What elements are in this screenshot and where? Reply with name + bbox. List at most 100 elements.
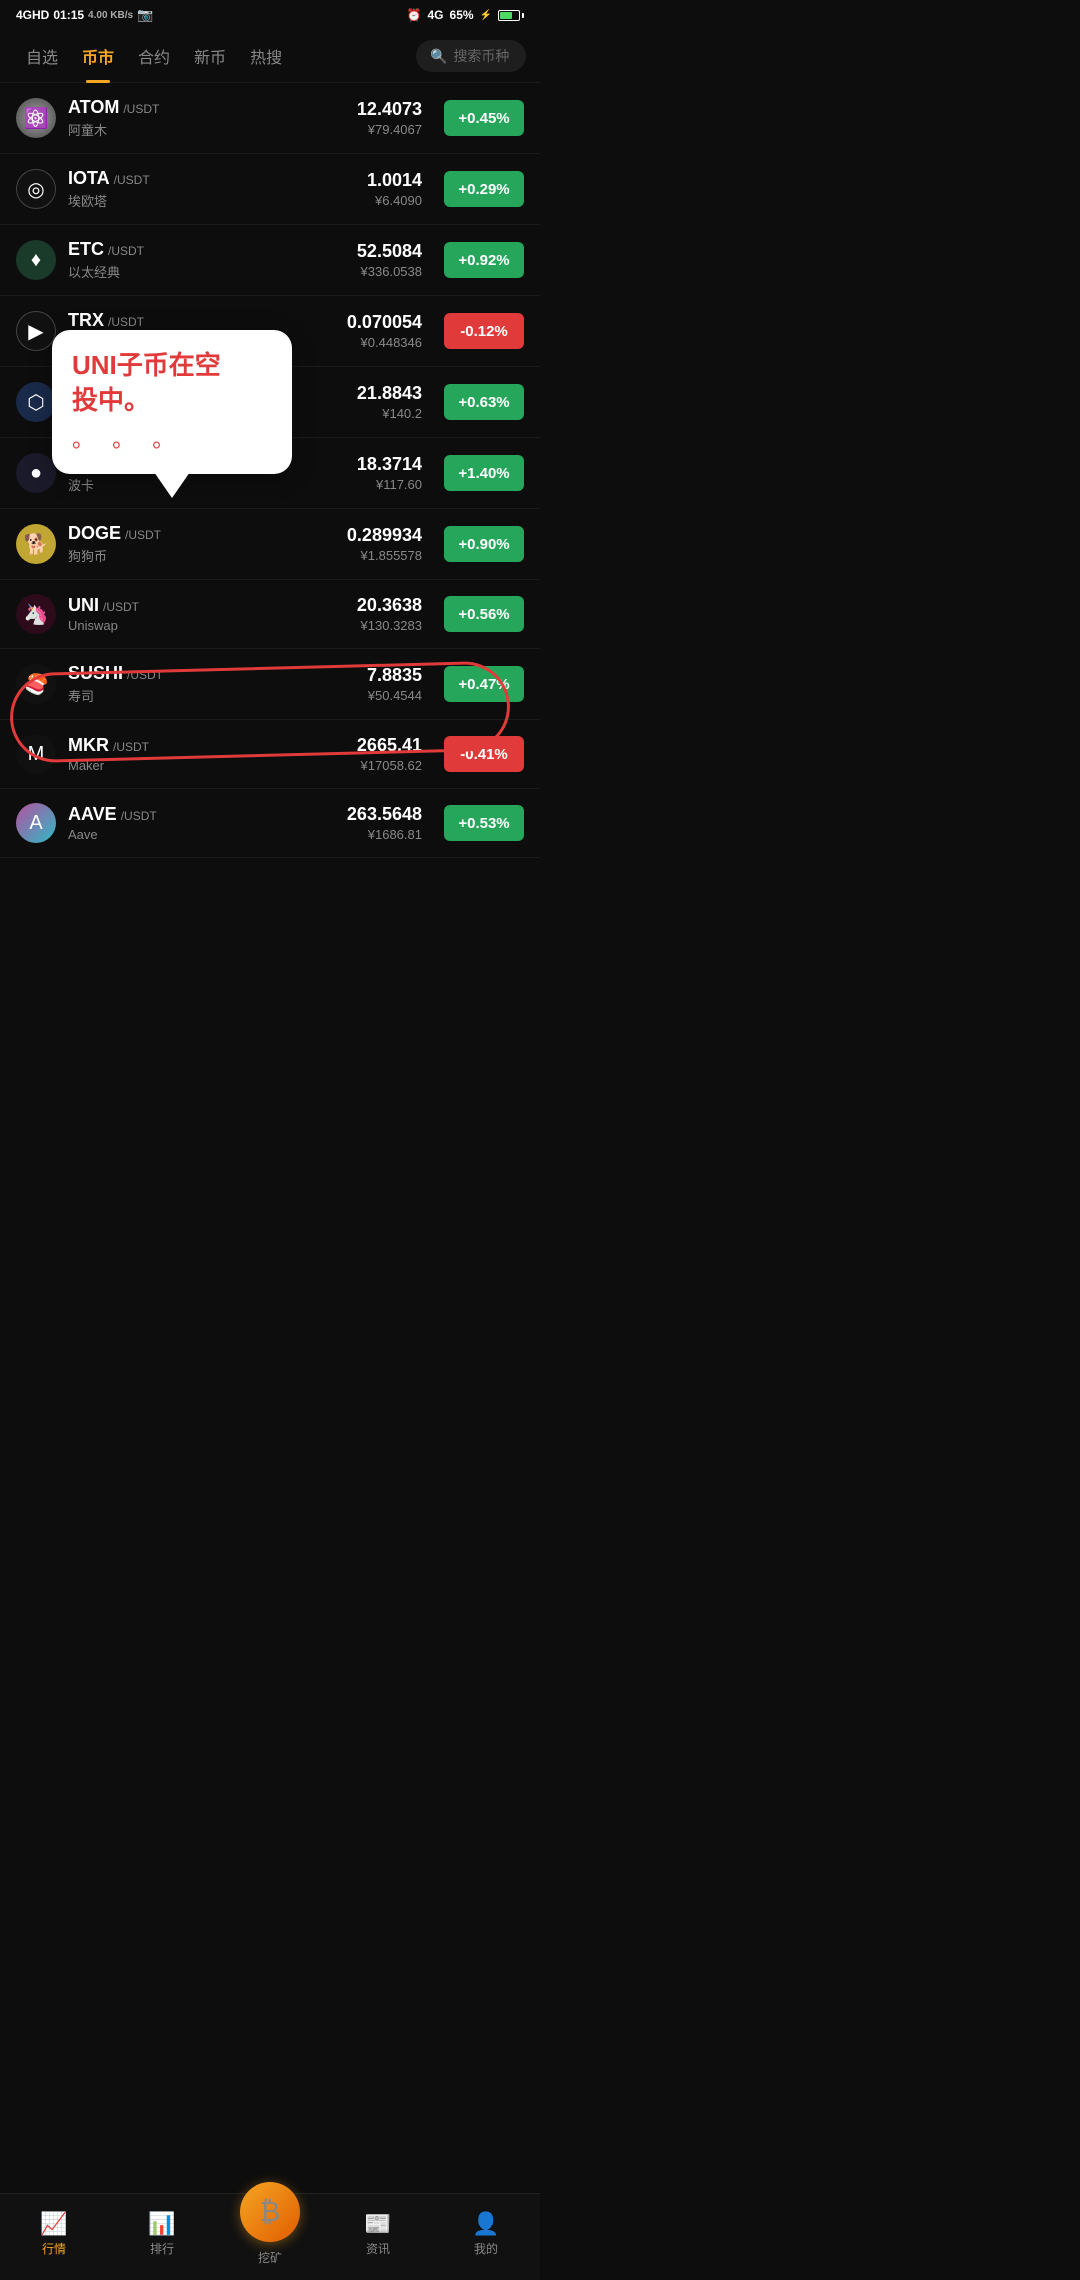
coin-info-etc: ETC /USDT 以太经典 <box>68 239 345 281</box>
bubble-dots: 。 。 。 <box>72 422 272 454</box>
tab-biishi[interactable]: 币市 <box>70 38 126 74</box>
coin-info-uni: UNI /USDT Uniswap <box>68 595 345 633</box>
tab-zixuan[interactable]: 自选 <box>14 38 70 74</box>
coin-ticker: DOGE <box>68 523 121 544</box>
coin-ticker: MKR <box>68 735 109 756</box>
coin-price-dot: 18.3714 ¥117.60 <box>357 454 422 492</box>
coin-icon-sushi: 🍣 <box>16 664 56 704</box>
status-left: 4GHD 01:15 4.00 KB/s 📷 <box>16 7 153 23</box>
coin-price-main: 20.3638 <box>357 595 422 616</box>
tab-xinbi[interactable]: 新币 <box>182 38 238 74</box>
coin-icon-aave: A <box>16 803 56 843</box>
sim-icon: 📷 <box>137 7 153 23</box>
speech-bubble: UNI子币在空 投中。 。 。 。 <box>52 330 292 474</box>
bottom-nav-mining[interactable]: ₿ 挖矿 <box>216 2202 324 2266</box>
coin-price-sushi: 7.8835 ¥50.4544 <box>367 665 422 703</box>
tab-resou[interactable]: 热搜 <box>238 38 294 74</box>
bubble-line1: UNI子币在空 投中。 <box>72 348 272 418</box>
search-box[interactable]: 🔍 搜索币种 <box>416 40 526 72</box>
coin-price-main: 12.4073 <box>357 99 422 120</box>
charging-icon: ⚡ <box>480 10 492 21</box>
search-icon: 🔍 <box>430 48 447 65</box>
coin-ticker: UNI <box>68 595 99 616</box>
coin-price-main: 7.8835 <box>367 665 422 686</box>
coin-price-main: 18.3714 <box>357 454 422 475</box>
coin-icon-iota: ◎ <box>16 169 56 209</box>
bottom-nav: 📈 行情 📊 排行 ₿ 挖矿 📰 资讯 👤 我的 <box>0 2193 540 2280</box>
coin-price-trx: 0.070054 ¥0.448346 <box>347 312 422 350</box>
coin-pair: /USDT <box>127 668 163 682</box>
coin-row-aave[interactable]: A AAVE /USDT Aave 263.5648 ¥1686.81 +0.5… <box>0 789 540 858</box>
coin-price-cny: ¥79.4067 <box>357 122 422 137</box>
coin-info-mkr: MKR /USDT Maker <box>68 735 345 773</box>
coin-price-cny: ¥1.855578 <box>347 548 422 563</box>
coin-ticker: IOTA <box>68 168 110 189</box>
coin-price-atom: 12.4073 ¥79.4067 <box>357 99 422 137</box>
coin-price-etc: 52.5084 ¥336.0538 <box>357 241 422 279</box>
coin-icon-dot: ● <box>16 453 56 493</box>
bottom-nav-hangqing[interactable]: 📈 行情 <box>0 2211 108 2257</box>
coin-icon-uni: 🦄 <box>16 594 56 634</box>
alarm-icon: ⏰ <box>407 8 422 22</box>
coin-icon-link: ⬡ <box>16 382 56 422</box>
coin-ticker: SUSHI <box>68 663 123 684</box>
coin-row-atom[interactable]: ⚛️ ATOM /USDT 阿童木 12.4073 ¥79.4067 +0.45… <box>0 83 540 154</box>
coin-cn: Maker <box>68 758 345 773</box>
coin-icon-doge: 🐕 <box>16 524 56 564</box>
coin-ticker: AAVE <box>68 804 117 825</box>
coin-cn: 狗狗币 <box>68 546 335 565</box>
coin-cn: 寿司 <box>68 686 355 705</box>
coin-pair: /USDT <box>103 600 139 614</box>
paihang-label: 排行 <box>150 2240 174 2257</box>
coin-change-dot: +1.40% <box>444 455 524 491</box>
coin-row-doge[interactable]: 🐕 DOGE /USDT 狗狗币 0.289934 ¥1.855578 +0.9… <box>0 509 540 580</box>
coin-price-cny: ¥17058.62 <box>357 758 422 773</box>
wode-label: 我的 <box>474 2240 498 2257</box>
status-right: ⏰ 4G 65% ⚡ <box>407 8 524 22</box>
coin-change-link: +0.63% <box>444 384 524 420</box>
bottom-nav-zixun[interactable]: 📰 资讯 <box>324 2211 432 2257</box>
coin-cn: 埃欧塔 <box>68 191 355 210</box>
status-bar: 4GHD 01:15 4.00 KB/s 📷 ⏰ 4G 65% ⚡ <box>0 0 540 30</box>
coin-change-trx: -0.12% <box>444 313 524 349</box>
coin-price-main: 0.070054 <box>347 312 422 333</box>
nav-tabs: 自选 币市 合约 新币 热搜 🔍 搜索币种 <box>0 30 540 83</box>
bottom-nav-paihang[interactable]: 📊 排行 <box>108 2211 216 2257</box>
hangqing-label: 行情 <box>42 2240 66 2257</box>
coin-icon-atom: ⚛️ <box>16 98 56 138</box>
tab-heyue[interactable]: 合约 <box>126 38 182 74</box>
coin-icon-trx: ▶ <box>16 311 56 351</box>
speed: 4.00 KB/s <box>88 10 133 21</box>
coin-pair: /USDT <box>108 244 144 258</box>
search-placeholder: 搜索币种 <box>453 46 509 66</box>
coin-price-cny: ¥1686.81 <box>347 827 422 842</box>
coin-pair: /USDT <box>123 102 159 116</box>
mining-icon: ₿ <box>240 2182 300 2242</box>
coin-price-main: 21.8843 <box>357 383 422 404</box>
coin-price-main: 263.5648 <box>347 804 422 825</box>
coin-price-iota: 1.0014 ¥6.4090 <box>367 170 422 208</box>
coin-row-sushi[interactable]: 🍣 SUSHI /USDT 寿司 7.8835 ¥50.4544 +0.47% <box>0 649 540 720</box>
coin-price-main: 2665.41 <box>357 735 422 756</box>
coin-row-uni[interactable]: 🦄 UNI /USDT Uniswap 20.3638 ¥130.3283 +0… <box>0 580 540 649</box>
coin-cn: 阿童木 <box>68 120 345 139</box>
coin-ticker: TRX <box>68 310 104 331</box>
coin-icon-etc: ♦ <box>16 240 56 280</box>
coin-pair: /USDT <box>113 740 149 754</box>
coin-cn: Uniswap <box>68 618 345 633</box>
coin-price-cny: ¥140.2 <box>357 406 422 421</box>
coin-icon-mkr: M <box>16 734 56 774</box>
coin-cn: 以太经典 <box>68 262 345 281</box>
coin-pair: /USDT <box>121 809 157 823</box>
coin-pair: /USDT <box>125 528 161 542</box>
coin-change-aave: +0.53% <box>444 805 524 841</box>
coin-row-iota[interactable]: ◎ IOTA /USDT 埃欧塔 1.0014 ¥6.4090 +0.29% <box>0 154 540 225</box>
coin-price-link: 21.8843 ¥140.2 <box>357 383 422 421</box>
coin-row-mkr[interactable]: M MKR /USDT Maker 2665.41 ¥17058.62 -0.4… <box>0 720 540 789</box>
coin-change-doge: +0.90% <box>444 526 524 562</box>
bottom-nav-wode[interactable]: 👤 我的 <box>432 2211 540 2257</box>
coin-row-etc[interactable]: ♦ ETC /USDT 以太经典 52.5084 ¥336.0538 +0.92… <box>0 225 540 296</box>
battery-indicator <box>498 10 524 21</box>
coin-price-main: 0.289934 <box>347 525 422 546</box>
coin-price-mkr: 2665.41 ¥17058.62 <box>357 735 422 773</box>
